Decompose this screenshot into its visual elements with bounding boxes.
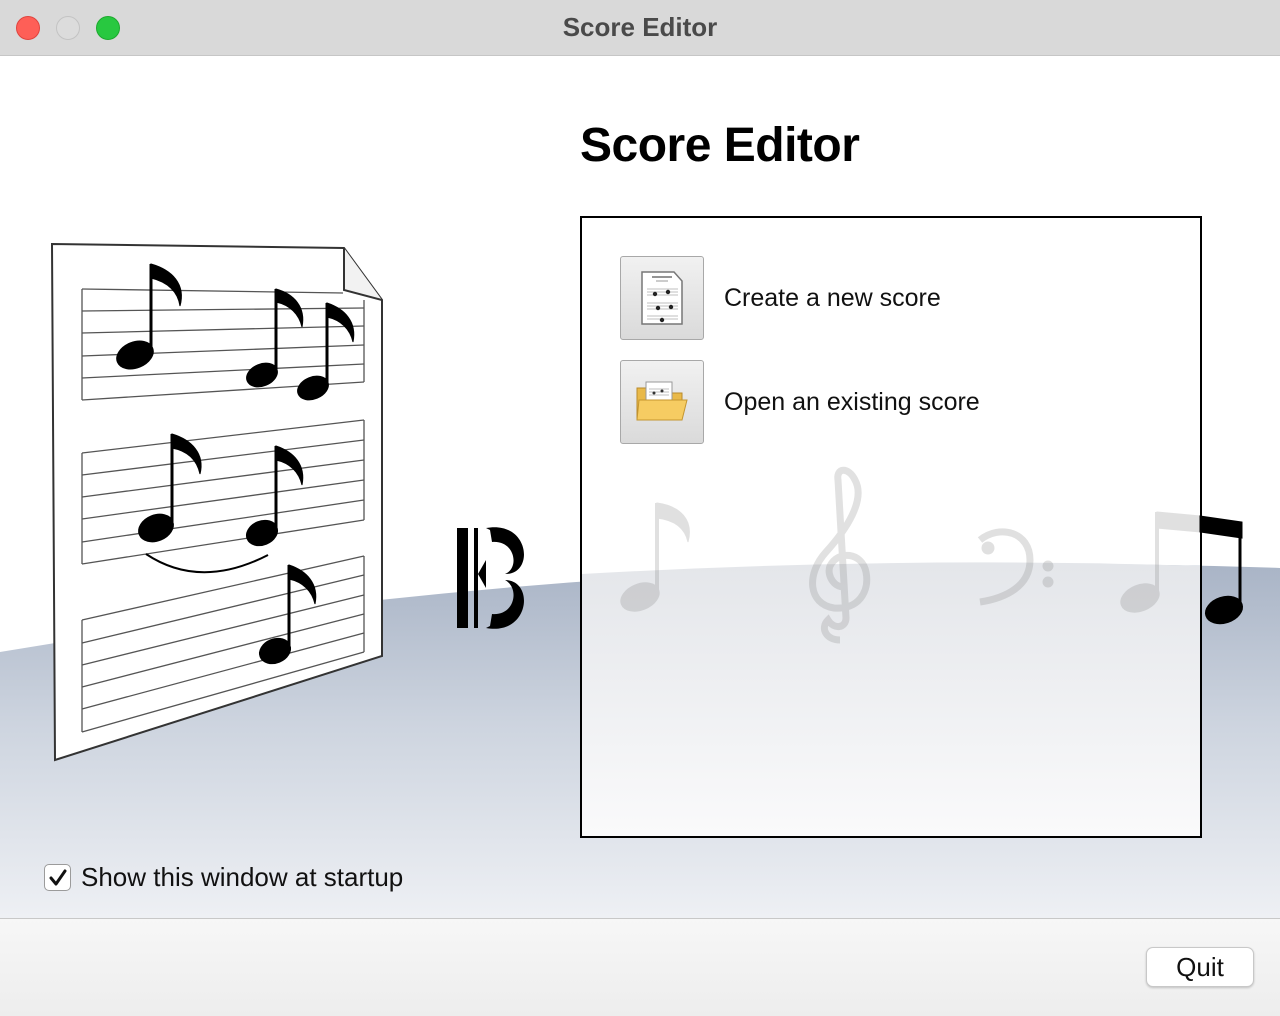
- open-existing-score-label[interactable]: Open an existing score: [724, 388, 980, 417]
- actions-panel: Create a new score Open an existing scor…: [580, 216, 1202, 838]
- welcome-content: Score Editor Create a new score Open an …: [0, 56, 1280, 918]
- show-at-startup-checkbox[interactable]: [44, 864, 71, 891]
- footer-bar: Quit: [0, 918, 1280, 1016]
- show-at-startup-option: Show this window at startup: [44, 862, 403, 893]
- open-existing-score-action[interactable]: Open an existing score: [620, 360, 980, 444]
- welcome-heading: Score Editor: [580, 119, 860, 172]
- checkmark-icon: [49, 869, 66, 885]
- title-bar: Score Editor: [0, 0, 1280, 56]
- quit-button[interactable]: Quit: [1146, 947, 1254, 987]
- new-score-document-icon[interactable]: [620, 256, 704, 340]
- show-at-startup-label[interactable]: Show this window at startup: [81, 862, 403, 893]
- create-new-score-label[interactable]: Create a new score: [724, 284, 941, 313]
- window-title: Score Editor: [562, 12, 718, 42]
- open-folder-icon[interactable]: [620, 360, 704, 444]
- create-new-score-action[interactable]: Create a new score: [620, 256, 941, 340]
